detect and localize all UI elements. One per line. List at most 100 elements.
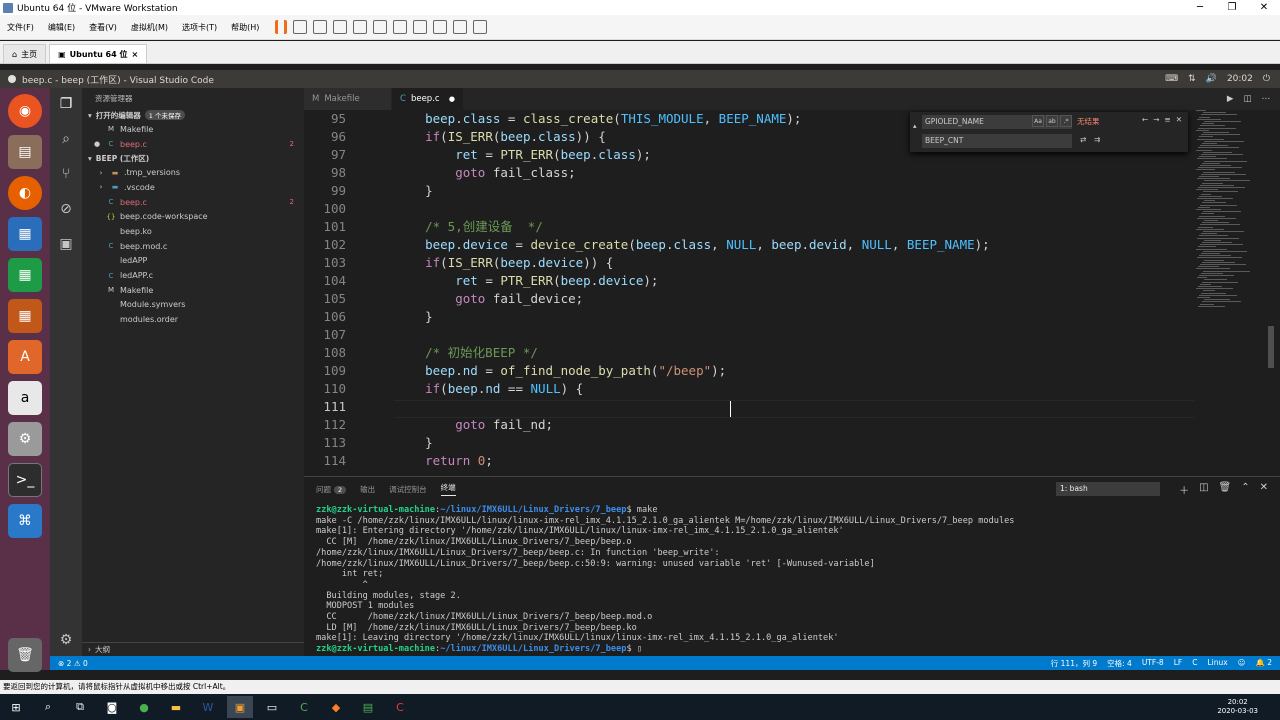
run-icon[interactable]: ▶ xyxy=(1227,94,1234,104)
tree-file-workspace[interactable]: {} beep.code-workspace xyxy=(82,209,304,224)
code-line[interactable]: 105 goto fail_device; xyxy=(304,290,583,308)
screen-capture-icon[interactable]: ▭ xyxy=(259,696,285,718)
app-c-green-icon[interactable]: C xyxy=(291,696,317,718)
vmware-taskbar-icon[interactable]: ▣ xyxy=(227,696,253,718)
new-terminal-icon[interactable]: ＋ xyxy=(1179,482,1189,497)
panel-tab-terminal[interactable]: 终端 xyxy=(440,482,456,496)
close-icon[interactable]: ✕ xyxy=(1248,0,1280,15)
debug-icon[interactable]: ⊘ xyxy=(50,193,82,225)
tab-home[interactable]: ⌂ 主页 xyxy=(3,44,47,63)
notifications[interactable]: 🔔 2 xyxy=(1255,658,1272,669)
panel-tab-output[interactable]: 输出 xyxy=(360,484,375,495)
open-editor-makefile[interactable]: M Makefile xyxy=(82,122,304,137)
indentation[interactable]: 空格: 4 xyxy=(1107,658,1132,669)
search-icon[interactable]: ⌕ xyxy=(50,123,82,155)
next-match-icon[interactable]: → xyxy=(1153,115,1159,124)
cursor-position[interactable]: 行 111，列 9 xyxy=(1051,658,1097,669)
unsaved-dot-icon[interactable]: ● xyxy=(449,95,455,103)
code-line[interactable]: 100 xyxy=(304,200,395,218)
menu-help[interactable]: 帮助(H) xyxy=(224,22,266,33)
network-icon[interactable]: ⇅ xyxy=(1188,74,1196,84)
thumbnail-icon[interactable] xyxy=(393,20,408,34)
tree-file-beep-ko[interactable]: beep.ko xyxy=(82,224,304,239)
terminal-output[interactable]: zzk@zzk-virtual-machine:~/linux/IMX6ULL/… xyxy=(316,505,1014,655)
code-line[interactable]: 112 goto fail_nd; xyxy=(304,416,553,434)
minimap[interactable] xyxy=(1196,110,1266,360)
maximize-panel-icon[interactable]: ⌃ xyxy=(1241,482,1249,497)
replace-input[interactable]: BEEP_CNT xyxy=(922,134,1072,148)
menu-edit[interactable]: 编辑(E) xyxy=(41,22,82,33)
writer-icon[interactable]: ▦ xyxy=(8,217,42,251)
encoding[interactable]: UTF-8 xyxy=(1142,658,1164,669)
word-icon[interactable]: W xyxy=(195,696,221,718)
code-line[interactable]: 101 /* 5,创建设备 */ xyxy=(304,218,542,236)
camera-app-icon[interactable]: ◙ xyxy=(99,696,125,718)
amazon-icon[interactable]: a xyxy=(8,381,42,415)
power-icon[interactable]: ⏻ xyxy=(1263,74,1270,84)
source-control-icon[interactable]: ⑂ xyxy=(50,158,82,190)
menu-file[interactable]: 文件(F) xyxy=(0,22,41,33)
menu-tabs[interactable]: 选项卡(T) xyxy=(175,22,224,33)
code-line[interactable]: 108 /* 初始化BEEP */ xyxy=(304,344,537,362)
split-editor-icon[interactable]: ◫ xyxy=(1243,94,1251,104)
tree-folder-tmp-versions[interactable]: › ▬ .tmp_versions xyxy=(82,165,304,180)
volume-icon[interactable]: 🔊 xyxy=(1206,74,1217,84)
snapshot-icon[interactable] xyxy=(313,20,328,34)
tree-file-ledapp[interactable]: ledAPP xyxy=(82,254,304,269)
app-doc-icon[interactable]: ▤ xyxy=(355,696,381,718)
tree-file-ledapp-c[interactable]: C ledAPP.c xyxy=(82,268,304,283)
code-line[interactable]: 99 } xyxy=(304,182,433,200)
unsaved-dot-icon[interactable]: ● xyxy=(94,140,106,148)
scrollbar-thumb[interactable] xyxy=(1268,326,1274,368)
app-orange-icon[interactable]: ◆ xyxy=(323,696,349,718)
ubuntu-dash-icon[interactable]: ◉ xyxy=(8,94,42,128)
search-icon[interactable]: ⌕ xyxy=(35,696,61,718)
send-keys-icon[interactable] xyxy=(293,20,308,34)
code-line[interactable]: 113 } xyxy=(304,434,432,452)
code-line[interactable]: 111 xyxy=(304,398,395,416)
code-line[interactable]: 110 if(beep.nd == NULL) { xyxy=(304,380,583,398)
terminal-select[interactable]: 1: bash xyxy=(1056,482,1160,496)
tree-file-module-symvers[interactable]: Module.symvers xyxy=(82,298,304,313)
extensions-icon[interactable]: ▣ xyxy=(50,228,82,260)
line-ending[interactable]: LF xyxy=(1174,658,1183,669)
menu-vm[interactable]: 虚拟机(M) xyxy=(124,22,175,33)
code-line[interactable]: 106 } xyxy=(304,308,432,326)
revert-snapshot-icon[interactable] xyxy=(333,20,348,34)
code-line[interactable]: 103 if(IS_ERR(beep.device)) { xyxy=(304,254,613,272)
tree-file-modules-order[interactable]: modules.order xyxy=(82,312,304,327)
tree-file-beep-c[interactable]: C beep.c 2 xyxy=(82,195,304,210)
code-line[interactable]: 96 if(IS_ERR(beep.class)) { xyxy=(304,128,606,146)
panel-tab-debug-console[interactable]: 调试控制台 xyxy=(389,484,427,495)
workspace-header[interactable]: ▾ BEEP (工作区) xyxy=(82,151,304,165)
stretch-icon[interactable] xyxy=(473,20,488,34)
menu-view[interactable]: 查看(V) xyxy=(82,22,124,33)
replace-icon[interactable]: ⇄ xyxy=(1080,135,1086,144)
maximize-icon[interactable]: ❐ xyxy=(1216,0,1248,15)
open-editor-beep-c[interactable]: ● C beep.c 2 xyxy=(82,137,304,152)
explorer-icon[interactable]: ❐ xyxy=(50,88,82,120)
code-line[interactable]: 95 beep.class = class_create(THIS_MODULE… xyxy=(304,110,802,128)
code-line[interactable]: 107 xyxy=(304,326,395,344)
code-line[interactable]: 102 beep.device = device_create(beep.cla… xyxy=(304,236,989,254)
software-center-icon[interactable]: A xyxy=(8,340,42,374)
outline-section-header[interactable]: › 大纲 xyxy=(82,642,304,656)
window-close-dot-icon[interactable] xyxy=(8,75,16,83)
settings-icon[interactable]: ⚙ xyxy=(8,422,42,456)
whole-word-icon[interactable]: ab xyxy=(1046,115,1058,127)
os-indicator[interactable]: Linux xyxy=(1207,658,1227,669)
system-clock[interactable]: 20:02 2020-03-03 xyxy=(1217,698,1280,716)
previous-match-icon[interactable]: ← xyxy=(1142,115,1148,124)
more-actions-icon[interactable]: ⋯ xyxy=(1262,94,1271,104)
feedback-icon[interactable]: ☺ xyxy=(1238,658,1246,669)
regex-icon[interactable]: .* xyxy=(1060,115,1072,127)
fit-guest-icon[interactable] xyxy=(413,20,428,34)
editor-scrollbar[interactable] xyxy=(1266,110,1276,476)
code-line[interactable]: 98 goto fail_class; xyxy=(304,164,576,182)
code-line[interactable]: 114 return 0; xyxy=(304,452,492,470)
editor-tab-beep-c[interactable]: C beep.c ● xyxy=(392,88,464,110)
file-explorer-icon[interactable]: ▬ xyxy=(163,696,189,718)
open-editors-header[interactable]: ▾ 打开的编辑器 1 个未保存 xyxy=(82,108,304,122)
close-panel-icon[interactable]: ✕ xyxy=(1260,482,1268,497)
task-view-icon[interactable]: ⧉ xyxy=(67,696,93,718)
